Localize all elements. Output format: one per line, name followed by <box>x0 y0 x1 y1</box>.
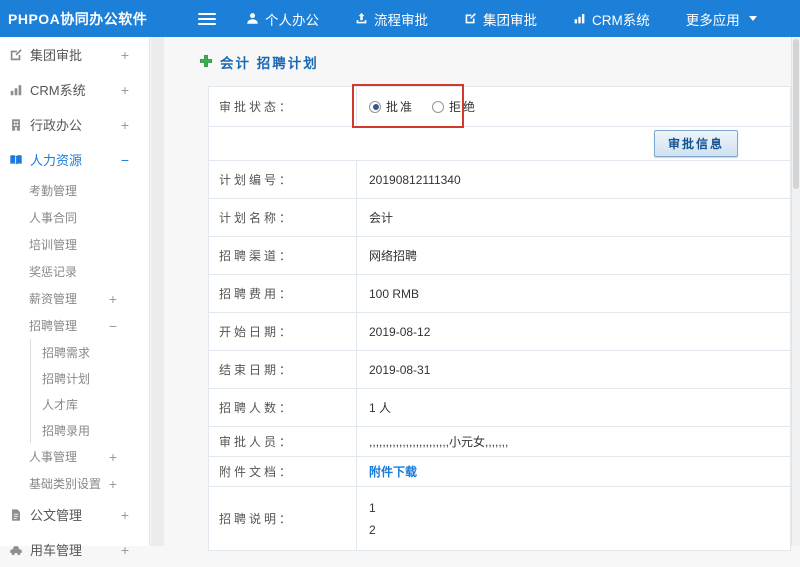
sidebar-item-rewards[interactable]: 奖惩记录 <box>0 258 149 285</box>
expand-icon[interactable]: + <box>121 543 129 557</box>
sidebar-item-recruit-demand[interactable]: 招聘需求 <box>30 339 149 365</box>
sidebar-item-base-category[interactable]: 基础类别设置 + <box>0 470 149 497</box>
topbar: PHPOA协同办公软件 个人办公 流程审批 集团审批 CRM系统 更多应用 <box>0 0 800 37</box>
expand-icon[interactable]: + <box>109 450 117 464</box>
field-value: 网络招聘 <box>356 237 790 274</box>
row-description: 招聘说明： 1 2 <box>209 487 790 551</box>
app-logo: PHPOA协同办公软件 <box>8 10 148 27</box>
collapse-icon[interactable]: − <box>109 319 117 333</box>
sidebar-item-training[interactable]: 培训管理 <box>0 231 149 258</box>
field-label: 招聘人数： <box>219 401 295 415</box>
attachment-download-link[interactable]: 附件下载 <box>369 463 417 480</box>
bar-chart-icon <box>573 12 586 25</box>
field-value: 1 人 <box>356 389 790 426</box>
field-label: 结束日期： <box>219 363 295 377</box>
sidebar-item-recruit-mgmt[interactable]: 招聘管理 − <box>0 312 149 339</box>
row-end-date: 结束日期： 2019-08-31 <box>209 351 790 389</box>
radio-reject[interactable]: 拒绝 <box>432 98 477 115</box>
nav-personal-office[interactable]: 个人办公 <box>246 9 319 29</box>
row-approvers: 审批人员： ,,,,,,,,,,,,,,,,,,,,,,,,小元女,,,,,,, <box>209 427 790 457</box>
status-options: 批准 拒绝 <box>356 87 790 126</box>
edit-icon <box>464 12 477 25</box>
sidebar-item-recruit-plan[interactable]: 招聘计划 <box>30 365 149 391</box>
expand-icon[interactable]: + <box>121 83 129 97</box>
page-header: 会计 招聘计划 <box>199 52 319 72</box>
nav-process-approval[interactable]: 流程审批 <box>355 9 428 29</box>
row-approval-status: 审批状态： 批准 拒绝 <box>209 87 790 127</box>
sidebar-item-admin-office[interactable]: 行政办公 + <box>0 107 149 142</box>
field-value: 1 2 <box>356 487 790 550</box>
sidebar-item-hr-contract[interactable]: 人事合同 <box>0 204 149 231</box>
row-plan-number: 计划编号： 20190812111340 <box>209 161 790 199</box>
nav-crm-system[interactable]: CRM系统 <box>573 9 650 29</box>
nav-group-approval[interactable]: 集团审批 <box>464 9 537 29</box>
hamburger-menu-icon[interactable] <box>198 10 216 28</box>
sidebar-item-crm[interactable]: CRM系统 + <box>0 72 149 107</box>
topbar-nav: 个人办公 流程审批 集团审批 CRM系统 更多应用 <box>246 9 757 29</box>
nav-more-apps[interactable]: 更多应用 <box>686 9 757 29</box>
field-label: 审批人员： <box>219 435 295 449</box>
sidebar-item-salary[interactable]: 薪资管理 + <box>0 285 149 312</box>
process-icon <box>355 12 368 25</box>
expand-icon[interactable]: + <box>121 118 129 132</box>
field-value: 会计 <box>356 199 790 236</box>
sidebar-item-documents[interactable]: 公文管理 + <box>0 497 149 532</box>
scrollbar[interactable] <box>791 37 800 546</box>
radio-approve[interactable]: 批准 <box>369 98 414 115</box>
expand-icon[interactable]: + <box>109 292 117 306</box>
bar-chart-icon <box>9 82 24 97</box>
page-title: 会计 招聘计划 <box>220 56 319 71</box>
field-value: ,,,,,,,,,,,,,,,,,,,,,,,,小元女,,,,,,, <box>356 427 790 456</box>
field-label: 招聘费用： <box>219 287 295 301</box>
row-headcount: 招聘人数： 1 人 <box>209 389 790 427</box>
recruit-plan-detail-table: 审批状态： 批准 拒绝 审批信息 计划编号： 20190812111340 计划… <box>208 86 791 551</box>
radio-unchecked-icon[interactable] <box>432 100 445 113</box>
field-label: 计划名称： <box>219 211 295 225</box>
person-icon <box>246 12 259 25</box>
field-value: 附件下载 <box>356 457 790 486</box>
field-label: 招聘说明： <box>219 512 295 526</box>
sidebar-item-vehicle[interactable]: 用车管理 + <box>0 532 149 567</box>
field-label: 附件文档： <box>219 465 295 479</box>
book-icon <box>9 152 24 167</box>
field-value: 2019-08-12 <box>356 313 790 350</box>
clipboard-edit-icon <box>9 47 24 62</box>
sidebar-item-group-approval[interactable]: 集团审批 + <box>0 37 149 72</box>
content-gutter <box>151 37 164 546</box>
add-icon[interactable] <box>199 54 213 71</box>
row-approval-button: 审批信息 <box>209 127 790 161</box>
field-label: 招聘渠道： <box>219 249 295 263</box>
sidebar-item-attendance[interactable]: 考勤管理 <box>0 177 149 204</box>
field-label: 审批状态： <box>219 100 295 114</box>
sidebar-item-personnel-mgmt[interactable]: 人事管理 + <box>0 443 149 470</box>
row-recruit-channel: 招聘渠道： 网络招聘 <box>209 237 790 275</box>
sidebar-item-talent-pool[interactable]: 人才库 <box>30 391 149 417</box>
field-label: 开始日期： <box>219 325 295 339</box>
approval-info-button[interactable]: 审批信息 <box>653 130 738 157</box>
expand-icon[interactable]: + <box>109 477 117 491</box>
field-value: 2019-08-31 <box>356 351 790 388</box>
row-start-date: 开始日期： 2019-08-12 <box>209 313 790 351</box>
sidebar-item-recruit-hire[interactable]: 招聘录用 <box>30 417 149 443</box>
collapse-icon[interactable]: − <box>121 153 129 167</box>
row-recruit-cost: 招聘费用： 100 RMB <box>209 275 790 313</box>
row-plan-name: 计划名称： 会计 <box>209 199 790 237</box>
expand-icon[interactable]: + <box>121 508 129 522</box>
expand-icon[interactable]: + <box>121 48 129 62</box>
field-label: 计划编号： <box>219 173 295 187</box>
scrollbar-thumb[interactable] <box>793 39 799 189</box>
sidebar: 集团审批 + CRM系统 + 行政办公 + 人力资源 − 考勤管理 人事合同 培… <box>0 37 150 558</box>
row-attachment: 附件文档： 附件下载 <box>209 457 790 487</box>
building-icon <box>9 117 24 132</box>
radio-checked-icon[interactable] <box>369 100 381 113</box>
field-value: 100 RMB <box>356 275 790 312</box>
document-icon <box>9 507 24 522</box>
caret-down-icon <box>748 16 757 21</box>
car-icon <box>9 542 24 557</box>
sidebar-item-hr[interactable]: 人力资源 − <box>0 142 149 177</box>
field-value: 20190812111340 <box>356 161 790 198</box>
